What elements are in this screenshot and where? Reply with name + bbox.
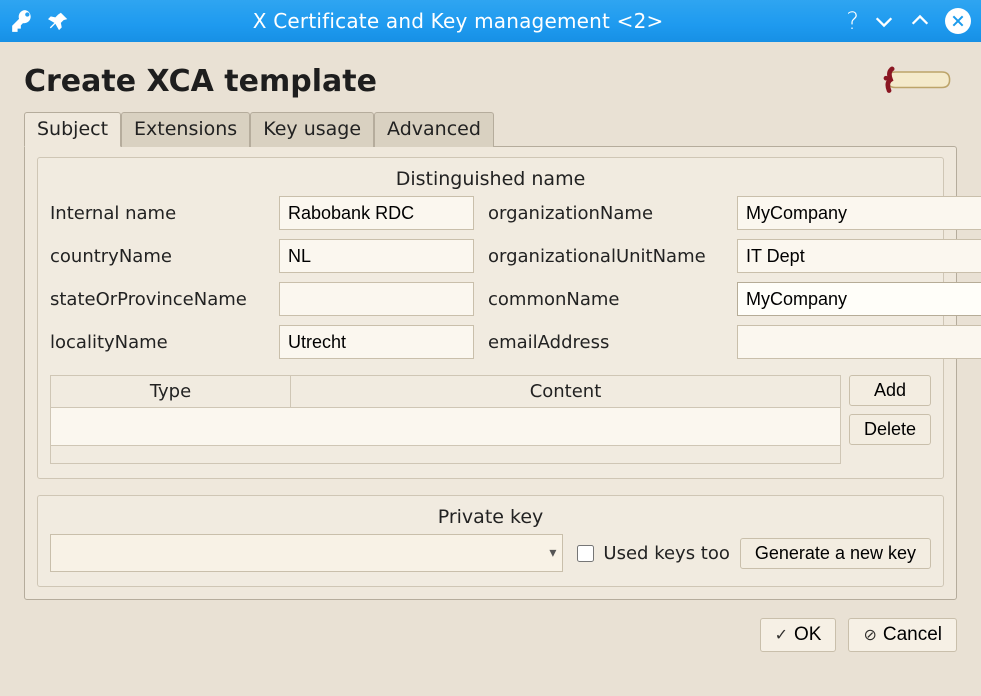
private-key-combo[interactable]: ▾ <box>50 534 563 572</box>
maximize-icon[interactable] <box>909 10 931 32</box>
ok-button[interactable]: ✓ OK <box>760 618 837 652</box>
chevron-down-icon: ▾ <box>549 545 556 561</box>
dn-table[interactable]: Type Content <box>50 375 841 464</box>
private-key-fieldset: Private key ▾ Used keys too Generate a n… <box>37 495 944 587</box>
input-email-address[interactable] <box>737 325 981 359</box>
key-icon[interactable] <box>10 8 36 34</box>
cancel-label: Cancel <box>883 624 942 646</box>
dn-group-title: Distinguished name <box>50 168 931 190</box>
cancel-button[interactable]: ⊘ Cancel <box>848 618 957 652</box>
used-keys-too-label: Used keys too <box>603 543 729 564</box>
tab-advanced[interactable]: Advanced <box>374 112 494 147</box>
input-organization-name[interactable] <box>737 196 981 230</box>
input-ou-name[interactable] <box>737 239 981 273</box>
delete-button[interactable]: Delete <box>849 414 931 445</box>
close-icon[interactable] <box>945 8 971 34</box>
input-locality-name[interactable] <box>279 325 474 359</box>
input-internal-name[interactable] <box>279 196 474 230</box>
used-keys-too-checkbox[interactable]: Used keys too <box>573 542 729 565</box>
tab-panel-subject: Distinguished name Internal name organiz… <box>24 146 957 600</box>
cancel-icon: ⊘ <box>863 625 876 645</box>
window-title: X Certificate and Key management <2> <box>70 9 846 33</box>
label-common-name: commonName <box>488 289 723 310</box>
tab-extensions[interactable]: Extensions <box>121 112 250 147</box>
tab-subject[interactable]: Subject <box>24 112 121 147</box>
tab-bar: Subject Extensions Key usage Advanced <box>24 111 957 146</box>
help-icon[interactable]: ? <box>846 7 859 35</box>
pin-icon[interactable] <box>48 10 70 32</box>
label-locality-name: localityName <box>50 332 265 353</box>
minimize-icon[interactable] <box>873 10 895 32</box>
used-keys-too-input[interactable] <box>577 545 594 562</box>
label-ou-name: organizationalUnitName <box>488 246 723 267</box>
label-email-address: emailAddress <box>488 332 723 353</box>
generate-key-button[interactable]: Generate a new key <box>740 538 931 569</box>
label-internal-name: Internal name <box>50 203 265 224</box>
input-common-name[interactable] <box>737 282 981 316</box>
window-title-bar: X Certificate and Key management <2> ? <box>0 0 981 42</box>
dn-col-type[interactable]: Type <box>51 376 291 407</box>
label-country-name: countryName <box>50 246 265 267</box>
input-state-name[interactable] <box>279 282 474 316</box>
scroll-icon <box>877 58 957 108</box>
check-icon: ✓ <box>775 625 788 645</box>
tab-key-usage[interactable]: Key usage <box>250 112 374 147</box>
dn-col-content[interactable]: Content <box>291 376 840 407</box>
dn-table-footer <box>51 445 840 463</box>
ok-label: OK <box>794 624 821 646</box>
dn-fieldset: Distinguished name Internal name organiz… <box>37 157 944 479</box>
add-button[interactable]: Add <box>849 375 931 406</box>
input-country-name[interactable] <box>279 239 474 273</box>
pk-group-title: Private key <box>50 506 931 528</box>
dn-table-body[interactable] <box>51 407 840 445</box>
label-state-name: stateOrProvinceName <box>50 289 265 310</box>
label-organization-name: organizationName <box>488 203 723 224</box>
page-title: Create XCA template <box>24 64 377 99</box>
